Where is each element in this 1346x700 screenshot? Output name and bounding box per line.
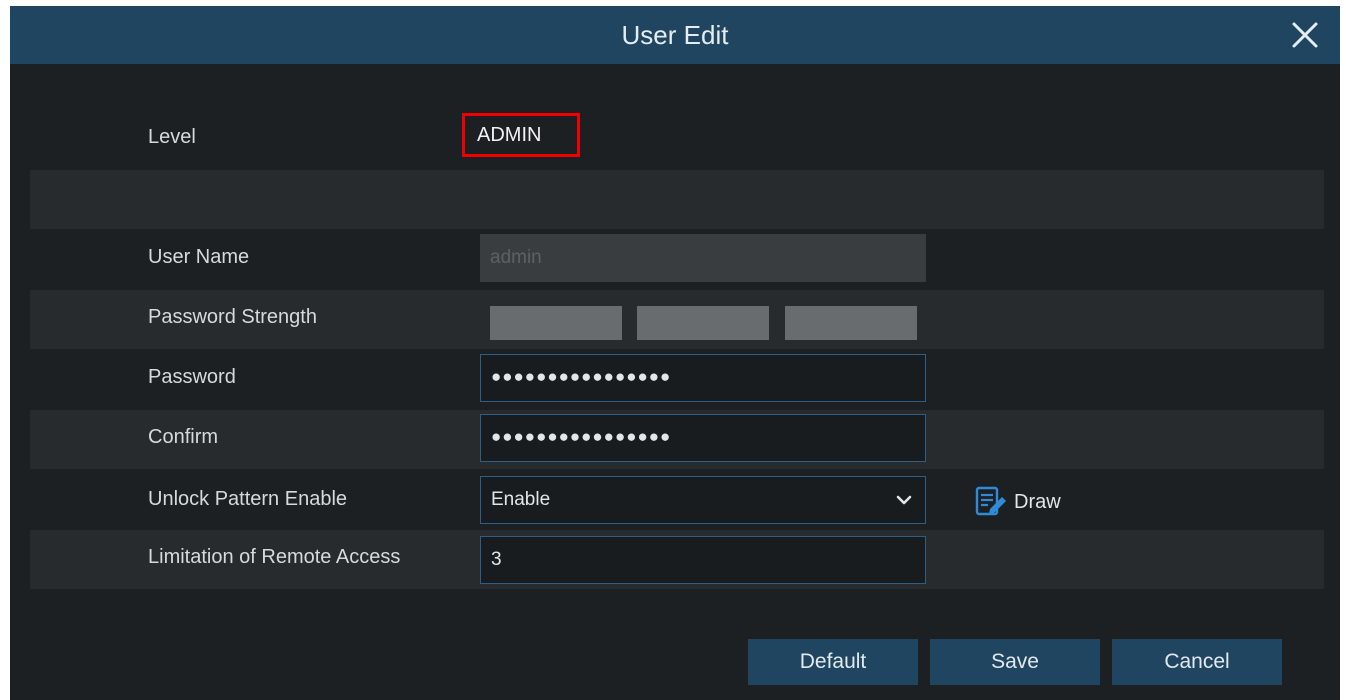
- unlock-pattern-select[interactable]: Enable: [480, 476, 926, 524]
- remote-access-input[interactable]: 3: [480, 536, 926, 584]
- close-icon: [1292, 22, 1318, 48]
- chevron-down-icon: [896, 495, 912, 505]
- strength-segment-3: [785, 306, 917, 340]
- dialog-title: User Edit: [621, 20, 729, 50]
- confirm-label: Confirm: [148, 426, 219, 448]
- save-button[interactable]: Save: [930, 639, 1100, 685]
- pencil-document-icon: [975, 486, 1006, 516]
- password-strength-label: Password Strength: [148, 306, 317, 328]
- user-name-label: User Name: [148, 246, 250, 268]
- user-edit-dialog: User Edit Level ADMIN User Name admin Pa…: [10, 6, 1340, 700]
- password-label: Password: [148, 366, 236, 388]
- title-bar: User Edit: [10, 6, 1340, 64]
- default-button[interactable]: Default: [748, 639, 918, 685]
- strength-segment-1: [490, 306, 622, 340]
- strength-segment-2: [637, 306, 769, 340]
- level-value: ADMIN: [462, 113, 580, 157]
- password-input[interactable]: ●●●●●●●●●●●●●●●●: [480, 354, 926, 402]
- level-label: Level: [148, 126, 196, 148]
- cancel-button[interactable]: Cancel: [1112, 639, 1282, 685]
- draw-button[interactable]: Draw: [974, 484, 1061, 520]
- confirm-password-input[interactable]: ●●●●●●●●●●●●●●●●: [480, 414, 926, 462]
- remote-access-label: Limitation of Remote Access: [148, 546, 401, 568]
- draw-label: Draw: [1014, 490, 1061, 513]
- close-button[interactable]: [1288, 18, 1322, 52]
- unlock-pattern-label: Unlock Pattern Enable: [148, 488, 348, 510]
- user-name-field: admin: [480, 234, 926, 282]
- unlock-pattern-value: Enable: [491, 489, 551, 510]
- section-separator: [30, 170, 1324, 229]
